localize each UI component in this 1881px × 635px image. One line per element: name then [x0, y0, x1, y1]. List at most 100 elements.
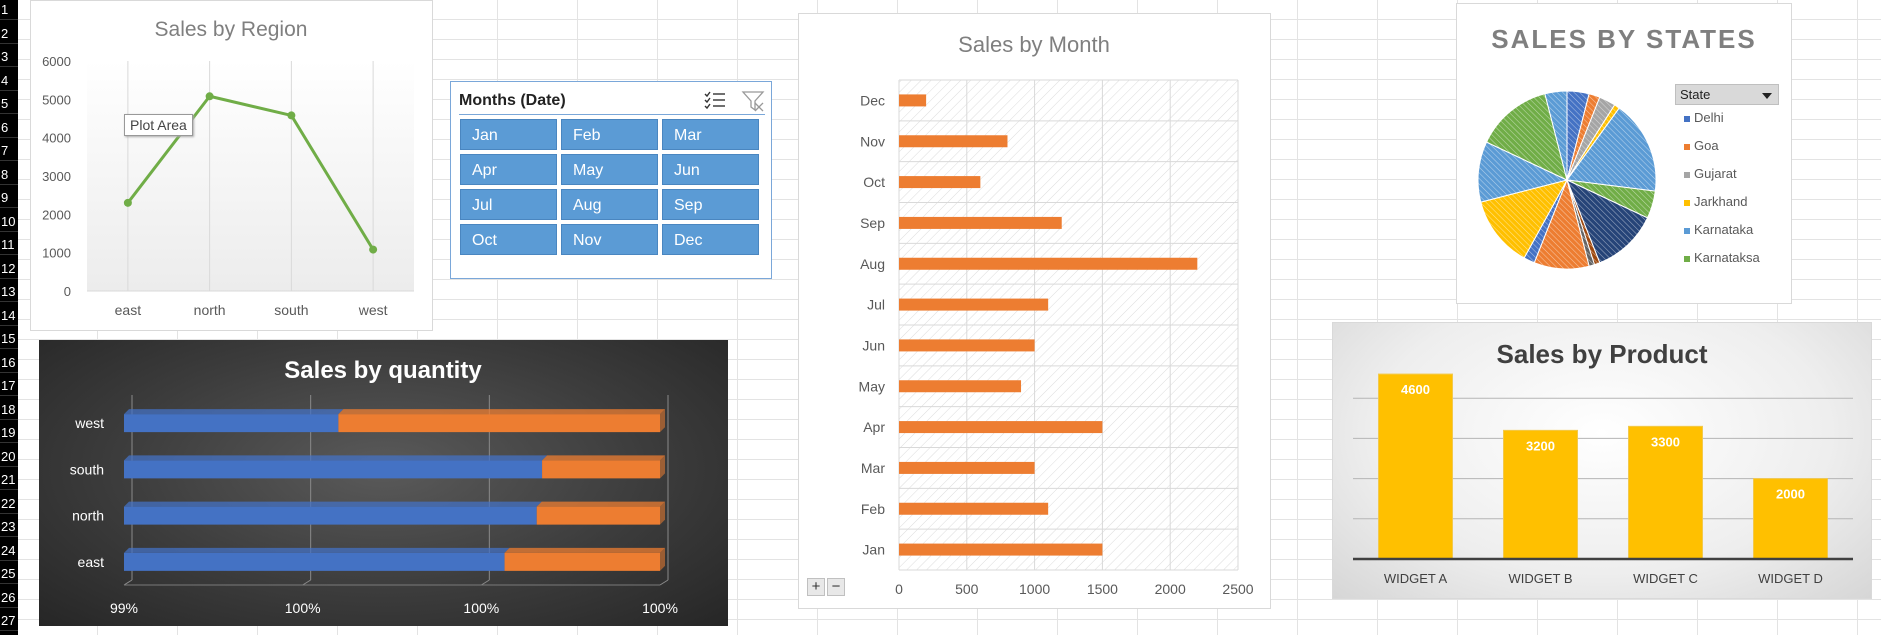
region-chart-title: Sales by Region	[155, 18, 308, 41]
month-bar-may	[899, 380, 1022, 393]
month-y-label: Jul	[867, 297, 885, 313]
quantity-bar-west-1	[338, 414, 660, 433]
row-number[interactable]: 14	[0, 306, 18, 326]
row-number[interactable]: 16	[0, 353, 18, 373]
slicer-item-jun[interactable]: Jun	[662, 154, 759, 185]
row-number[interactable]: 21	[0, 470, 18, 490]
collapse-button[interactable]: −	[827, 578, 845, 596]
product-data-label: 2000	[1776, 487, 1805, 502]
slicer-item-sep[interactable]: Sep	[662, 189, 759, 220]
month-y-label: Mar	[861, 460, 885, 476]
expand-button[interactable]: +	[807, 578, 825, 596]
slicer-item-mar[interactable]: Mar	[662, 119, 759, 150]
sales-by-product-chart[interactable]: Sales by Product 4600 WIDGET A 3200 WIDGET B…	[1332, 322, 1872, 599]
month-y-label: Apr	[863, 419, 885, 435]
slicer-item-may[interactable]: May	[561, 154, 658, 185]
month-chart-title: Sales by Month	[958, 32, 1110, 57]
quantity-bar-top	[124, 455, 548, 461]
quantity-bar-top	[504, 547, 665, 553]
row-number[interactable]: 10	[0, 212, 18, 232]
months-slicer[interactable]: Months (Date) Jan Feb Mar Apr May Jun Jul Aug Se…	[450, 81, 772, 279]
row-number[interactable]: 26	[0, 588, 18, 608]
month-y-label: Dec	[860, 92, 885, 108]
row-number[interactable]: 8	[0, 165, 18, 185]
row-number[interactable]: 6	[0, 118, 18, 138]
slicer-item-jan[interactable]: Jan	[460, 119, 557, 150]
region-y-tick: 2000	[42, 207, 71, 222]
row-number[interactable]: 13	[0, 282, 18, 302]
quantity-x-tick: 100%	[463, 600, 499, 616]
slicer-item-dec[interactable]: Dec	[662, 224, 759, 255]
row-headers: 1 2 3 4 5 6 7 8 9 10 11 12 13 14 15 16 17 18 19 20 21 22 23 24 2…	[0, 0, 18, 635]
quantity-bar-north-0	[124, 506, 537, 525]
row-number[interactable]: 4	[0, 71, 18, 91]
row-number[interactable]: 23	[0, 517, 18, 537]
quantity-bar-top	[124, 409, 344, 415]
legend-label-delhi: Delhi	[1694, 110, 1724, 125]
plot-area-tooltip: Plot Area	[124, 114, 193, 136]
region-point-west	[369, 245, 378, 254]
slicer-item-feb[interactable]: Feb	[561, 119, 658, 150]
quantity-depth-line	[659, 579, 669, 586]
row-number[interactable]: 20	[0, 447, 18, 467]
row-number[interactable]: 1	[0, 0, 18, 20]
month-bar-mar	[899, 461, 1035, 474]
row-number[interactable]: 27	[0, 611, 18, 631]
row-number[interactable]: 11	[0, 235, 18, 255]
row-number[interactable]: 25	[0, 564, 18, 584]
region-y-tick: 1000	[42, 246, 71, 261]
row-number[interactable]: 19	[0, 423, 18, 443]
month-y-label: Jun	[862, 337, 885, 353]
month-bar-aug	[899, 257, 1198, 270]
slicer-item-jul[interactable]: Jul	[460, 189, 557, 220]
row-number[interactable]: 3	[0, 47, 18, 67]
legend-swatch-gujarat	[1684, 172, 1690, 178]
sales-by-states-chart[interactable]: SALES BY STATES Delhi Goa Gujarat Jarkhand Ka…	[1456, 3, 1792, 304]
row-number[interactable]: 2	[0, 24, 18, 44]
state-filter-dropdown[interactable]: State	[1675, 84, 1779, 105]
row-number[interactable]: 17	[0, 376, 18, 396]
slicer-item-nov[interactable]: Nov	[561, 224, 658, 255]
quantity-bar-top	[124, 547, 510, 553]
region-x-label: north	[194, 302, 226, 318]
clear-filter-icon[interactable]	[741, 90, 765, 117]
sales-by-quantity-chart[interactable]: Sales by quantity east north south west 99% 10…	[39, 340, 728, 626]
month-bar-nov	[899, 135, 1008, 148]
legend-swatch-goa	[1684, 144, 1690, 150]
quantity-y-label: north	[72, 508, 104, 524]
multi-select-icon[interactable]	[703, 90, 727, 115]
quantity-y-label: west	[74, 415, 104, 431]
row-number[interactable]: 24	[0, 541, 18, 561]
slicer-item-aug[interactable]: Aug	[561, 189, 658, 220]
sales-by-region-chart[interactable]: Sales by Region 0 1000 2000 3000 4000 5000 6000…	[30, 0, 433, 331]
region-y-tick: 3000	[42, 169, 71, 184]
states-chart-title: SALES BY STATES	[1491, 24, 1757, 54]
product-x-label: WIDGET A	[1384, 571, 1448, 586]
row-number[interactable]: 9	[0, 188, 18, 208]
month-bar-feb	[899, 502, 1049, 515]
row-number[interactable]: 5	[0, 94, 18, 114]
product-data-label: 3300	[1651, 434, 1680, 449]
legend-swatch-jarkhand	[1684, 200, 1690, 206]
row-number[interactable]: 18	[0, 400, 18, 420]
month-x-tick: 2000	[1155, 581, 1186, 597]
month-x-tick: 1500	[1087, 581, 1118, 597]
row-number[interactable]: 7	[0, 141, 18, 161]
row-number[interactable]: 12	[0, 259, 18, 279]
slicer-header: Months (Date)	[459, 88, 765, 115]
quantity-bar-south-0	[124, 460, 543, 479]
sales-by-month-chart[interactable]: Sales by Month 0 500 1000 1500 2000 2500 Jan Feb…	[798, 13, 1271, 609]
quantity-bar-top	[124, 501, 542, 507]
row-number[interactable]: 22	[0, 494, 18, 514]
quantity-bar-top	[536, 501, 665, 507]
month-y-label: Aug	[860, 256, 885, 272]
quantity-bar-top	[542, 455, 665, 461]
slicer-item-oct[interactable]: Oct	[460, 224, 557, 255]
region-point-south	[287, 111, 296, 120]
month-y-label: Feb	[861, 501, 885, 517]
month-bar-oct	[899, 176, 981, 189]
row-number[interactable]: 15	[0, 329, 18, 349]
quantity-bar-top	[338, 409, 665, 415]
slicer-item-apr[interactable]: Apr	[460, 154, 557, 185]
quantity-x-tick: 99%	[110, 600, 138, 616]
